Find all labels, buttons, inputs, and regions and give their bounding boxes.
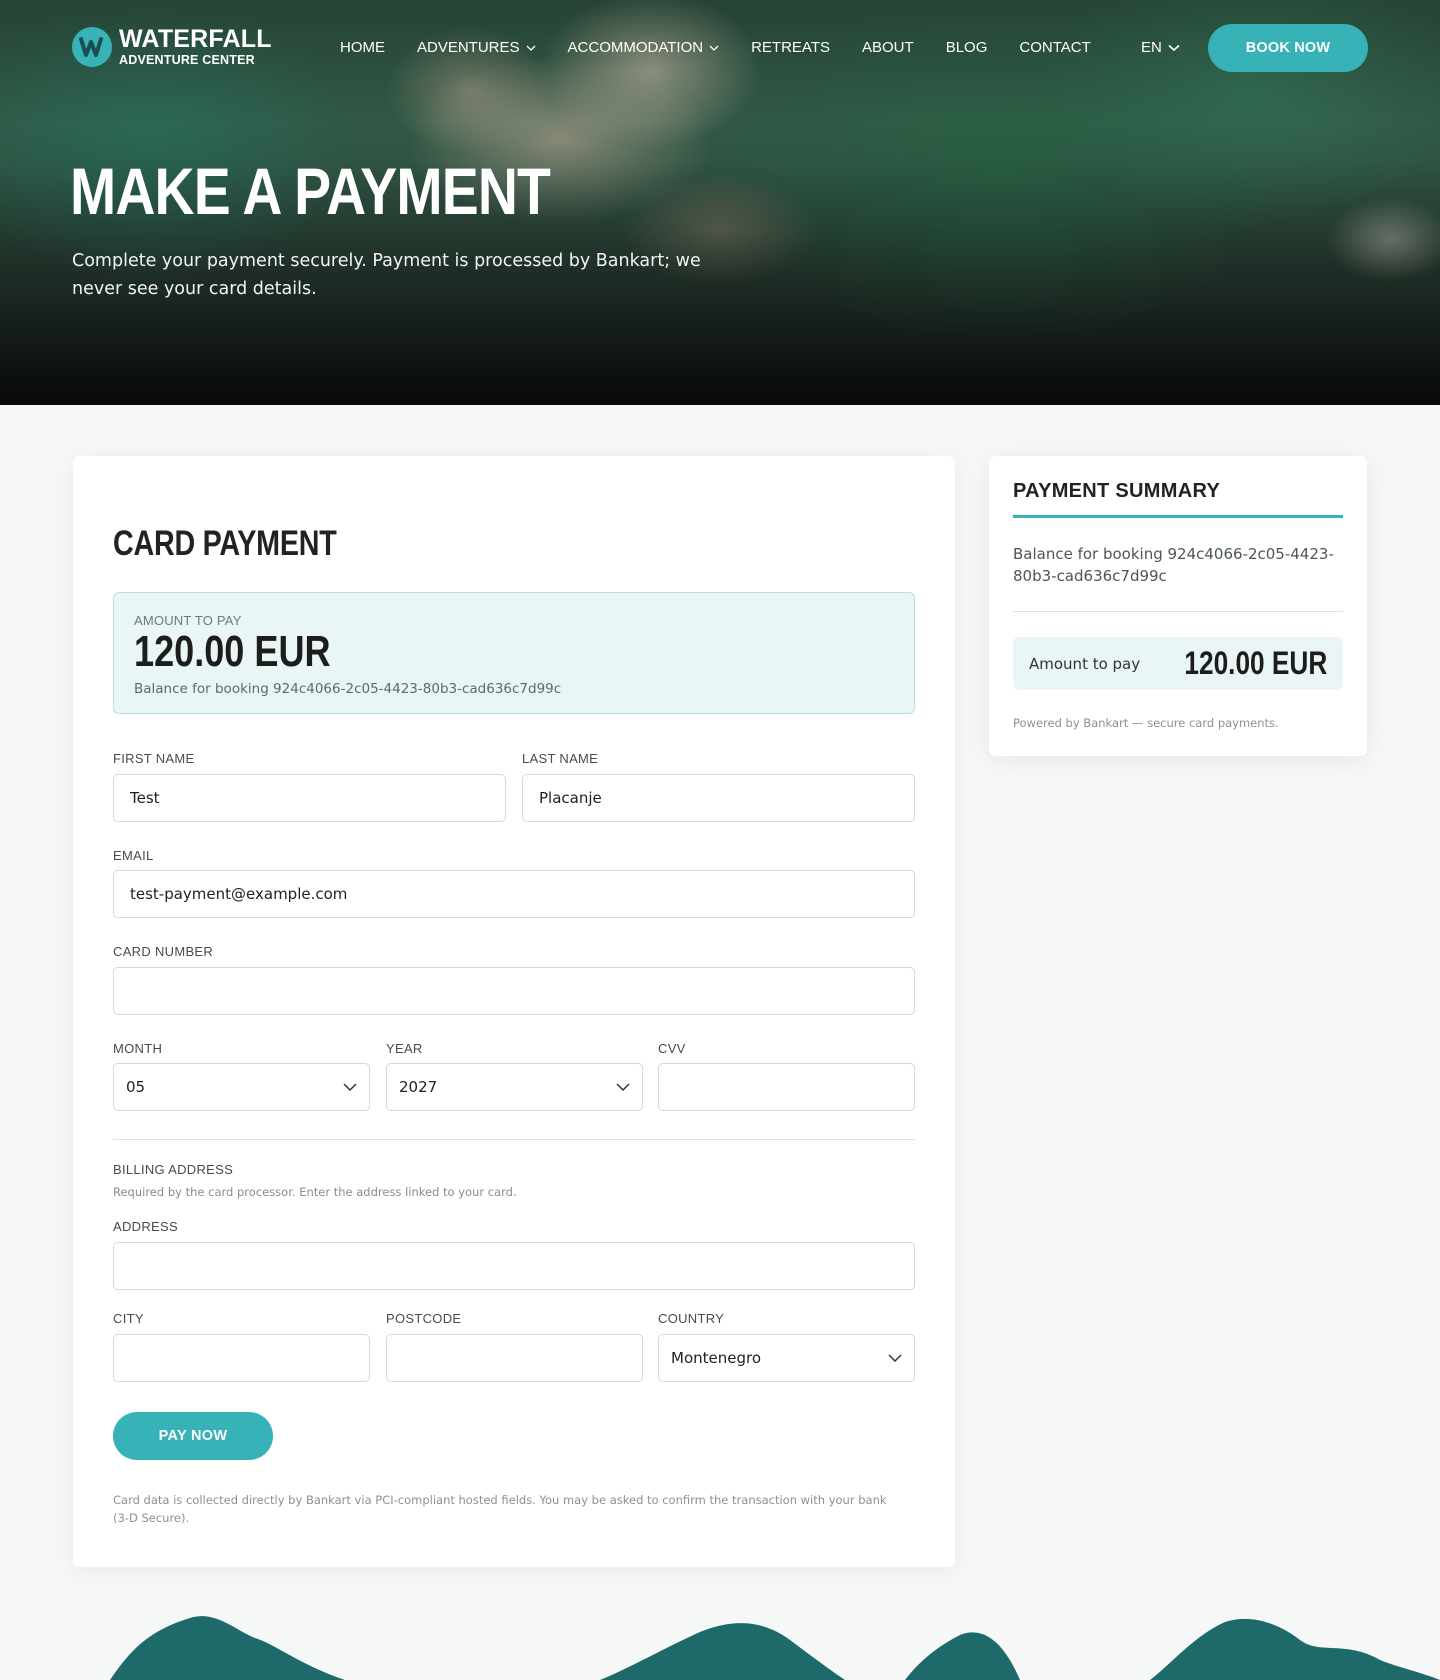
- nav-about[interactable]: ABOUT: [862, 39, 914, 56]
- nav-links: HOME ADVENTURES ACCOMMODATION RETREATS A…: [340, 39, 1123, 56]
- year-value: 2027: [399, 1078, 438, 1096]
- pay-now-button[interactable]: PAY NOW: [113, 1412, 273, 1460]
- address-field[interactable]: [113, 1242, 915, 1290]
- nav-retreats[interactable]: RETREATS: [751, 39, 830, 56]
- book-now-button[interactable]: BOOK NOW: [1208, 24, 1368, 72]
- chevron-down-icon: [616, 1083, 630, 1091]
- payment-summary-title: PAYMENT SUMMARY: [1013, 480, 1221, 502]
- amount-value: 120.00 EUR: [134, 627, 331, 676]
- cvv-label: CVV: [658, 1041, 686, 1056]
- payment-summary: PAYMENT SUMMARY Balance for booking 924c…: [989, 456, 1367, 756]
- nav-contact-label: CONTACT: [1019, 39, 1091, 56]
- logo[interactable]: WATERFALL ADVENTURE CENTER: [72, 27, 272, 67]
- cvv-field[interactable]: [658, 1063, 915, 1111]
- summary-accent-rule: [1013, 515, 1343, 518]
- page-title: MAKE A PAYMENT: [70, 154, 551, 228]
- city-field[interactable]: [113, 1334, 370, 1382]
- billing-address-note: Required by the card processor. Enter th…: [113, 1185, 517, 1199]
- card-number-field[interactable]: [113, 967, 915, 1015]
- logo-subtitle: ADVENTURE CENTER: [119, 53, 255, 68]
- amount-note: Balance for booking 924c4066-2c05-4423-8…: [134, 681, 562, 697]
- nav-home[interactable]: HOME: [340, 39, 385, 56]
- main-navigation: WATERFALL ADVENTURE CENTER HOME ADVENTUR…: [0, 0, 1440, 96]
- chevron-down-icon: [1168, 44, 1180, 51]
- country-value: Montenegro: [671, 1349, 762, 1367]
- first-name-label: FIRST NAME: [113, 751, 195, 766]
- chevron-down-icon: [526, 45, 535, 51]
- nav-retreats-label: RETREATS: [751, 39, 830, 56]
- city-label: CITY: [113, 1311, 144, 1326]
- card-payment-title: CARD PAYMENT: [113, 524, 337, 563]
- card-footnote: Card data is collected directly by Banka…: [113, 1493, 887, 1525]
- nav-adventures[interactable]: ADVENTURES: [417, 39, 536, 56]
- nav-home-label: HOME: [340, 39, 385, 56]
- nav-blog-label: BLOG: [945, 39, 988, 56]
- summary-description: Balance for booking 924c4066-2c05-4423-8…: [1013, 545, 1334, 585]
- billing-address-title: BILLING ADDRESS: [113, 1162, 234, 1177]
- card-number-label: CARD NUMBER: [113, 944, 214, 959]
- summary-powered-by: Powered by Bankart — secure card payment…: [1013, 716, 1279, 730]
- email-label: EMAIL: [113, 848, 154, 863]
- chevron-down-icon: [343, 1083, 357, 1091]
- summary-amount-label: Amount to pay: [1029, 654, 1141, 673]
- logo-title: WATERFALL: [119, 25, 272, 54]
- nav-adventures-label: ADVENTURES: [417, 39, 520, 56]
- nav-about-label: ABOUT: [862, 39, 914, 56]
- summary-amount-value: 120.00 EUR: [1184, 645, 1327, 681]
- amount-label: AMOUNT TO PAY: [134, 613, 242, 628]
- summary-divider: [1013, 611, 1343, 612]
- year-select[interactable]: 2027: [386, 1063, 643, 1111]
- last-name-field[interactable]: [522, 774, 915, 822]
- address-label: ADDRESS: [113, 1219, 178, 1234]
- mountain-silhouettes: [110, 1616, 1440, 1680]
- waterfall-logo-icon: [72, 27, 112, 67]
- form-divider: [113, 1139, 915, 1140]
- month-label: MONTH: [113, 1041, 163, 1056]
- country-label: COUNTRY: [658, 1311, 725, 1326]
- month-select[interactable]: 05: [113, 1063, 370, 1111]
- nav-contact[interactable]: CONTACT: [1019, 39, 1090, 56]
- nav-accommodation-label: ACCOMMODATION: [567, 39, 704, 56]
- last-name-label: LAST NAME: [522, 751, 599, 766]
- nav-blog[interactable]: BLOG: [946, 39, 988, 56]
- email-field[interactable]: [113, 870, 915, 918]
- month-value: 05: [126, 1078, 146, 1096]
- chevron-down-icon: [709, 45, 719, 51]
- language-label: EN: [1141, 39, 1162, 56]
- language-selector[interactable]: EN: [1141, 39, 1180, 56]
- nav-accommodation[interactable]: ACCOMMODATION: [568, 39, 720, 56]
- year-label: YEAR: [386, 1041, 423, 1056]
- chevron-down-icon: [888, 1354, 902, 1362]
- postcode-field[interactable]: [386, 1334, 643, 1382]
- postcode-label: POSTCODE: [386, 1311, 462, 1326]
- card-payment-form: CARD PAYMENT AMOUNT TO PAY 120.00 EUR Ba…: [73, 456, 955, 1567]
- amount-to-pay-box: AMOUNT TO PAY 120.00 EUR Balance for boo…: [113, 592, 915, 714]
- summary-amount-box: Amount to pay 120.00 EUR: [1013, 637, 1343, 690]
- hero-banner: WATERFALL ADVENTURE CENTER HOME ADVENTUR…: [0, 0, 1440, 405]
- page-subtitle: Complete your payment securely. Payment …: [72, 251, 701, 299]
- first-name-field[interactable]: [113, 774, 506, 822]
- country-select[interactable]: Montenegro: [658, 1334, 915, 1382]
